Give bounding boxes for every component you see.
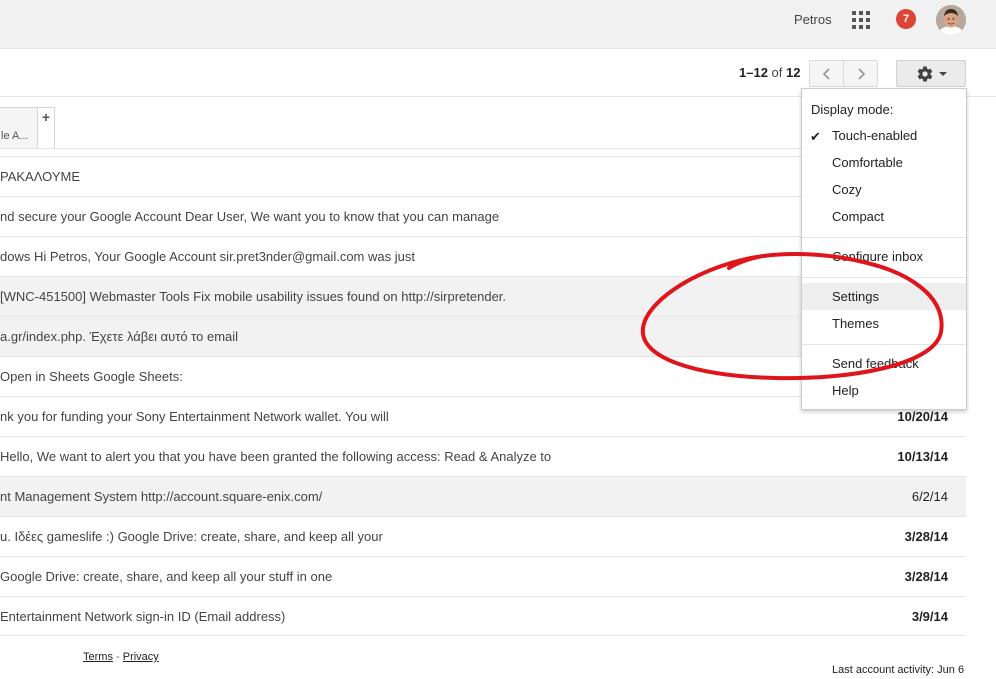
menu-item-help[interactable]: Help <box>802 377 966 404</box>
email-row[interactable]: u. Ιδέες gameslife :) Google Drive: crea… <box>0 516 966 556</box>
menu-separator <box>802 277 966 278</box>
menu-separator <box>802 237 966 238</box>
menu-item-label: Comfortable <box>832 155 903 170</box>
chevron-left-icon <box>822 67 830 80</box>
chevron-right-icon <box>857 67 865 80</box>
menu-item-touch-enabled[interactable]: ✔ Touch-enabled <box>802 122 966 149</box>
email-snippet: a.gr/index.php. Έχετε λάβει αυτό το emai… <box>0 329 239 344</box>
email-snippet: ΡΑΚΑΛΟΥΜΕ <box>0 169 80 184</box>
email-snippet: Open in Sheets Google Sheets: <box>0 369 183 384</box>
menu-item-settings[interactable]: Settings <box>802 283 966 310</box>
email-snippet: [WNC-451500] Webmaster Tools Fix mobile … <box>0 289 507 304</box>
inbox-tab[interactable]: le A... <box>0 107 38 149</box>
avatar-photo-icon <box>936 5 966 35</box>
email-row[interactable]: nt Management System http://account.squa… <box>0 476 966 516</box>
check-icon: ✔ <box>810 129 821 144</box>
email-snippet: Google Drive: create, share, and keep al… <box>0 569 333 584</box>
email-date: 10/20/14 <box>897 409 948 424</box>
email-date: 6/2/14 <box>911 489 948 504</box>
last-activity-text: Last account activity: Jun 6 <box>832 664 965 676</box>
menu-item-label: Settings <box>832 289 879 304</box>
email-row[interactable]: Google Drive: create, share, and keep al… <box>0 556 966 596</box>
email-snippet: nt Management System http://account.squa… <box>0 489 323 504</box>
menu-item-label: Themes <box>832 316 879 331</box>
menu-separator <box>802 344 966 345</box>
email-snippet: dows Hi Petros, Your Google Account sir.… <box>0 249 415 264</box>
terms-link[interactable]: Terms <box>83 651 113 663</box>
menu-item-label: Cozy <box>832 182 862 197</box>
older-button[interactable] <box>843 60 878 87</box>
email-date: 3/28/14 <box>904 569 948 584</box>
footer-separator: - <box>112 651 123 663</box>
menu-item-configure-inbox[interactable]: Configure inbox <box>802 243 966 270</box>
pager-total: 12 <box>786 65 801 80</box>
email-row[interactable]: Hello, We want to alert you that you hav… <box>0 436 966 476</box>
add-tab-button[interactable]: + <box>38 107 55 149</box>
username[interactable]: Petros <box>794 12 832 27</box>
menu-item-label: Touch-enabled <box>832 128 918 143</box>
tab-label: le A... <box>1 130 29 142</box>
email-date: 3/28/14 <box>904 529 948 544</box>
email-snippet: nk you for funding your Sony Entertainme… <box>0 409 389 424</box>
pager-text: 1–12 of 12 <box>739 65 800 80</box>
email-snippet: Hello, We want to alert you that you hav… <box>0 449 552 464</box>
menu-heading: Display mode: <box>811 102 894 117</box>
chevron-down-icon <box>938 71 947 76</box>
email-row[interactable]: Entertainment Network sign-in ID (Email … <box>0 596 966 636</box>
email-date: 3/9/14 <box>911 609 948 624</box>
menu-item-send-feedback[interactable]: Send feedback <box>802 350 966 377</box>
avatar[interactable] <box>936 5 966 35</box>
menu-item-compact[interactable]: Compact <box>802 203 966 230</box>
email-snippet: u. Ιδέες gameslife :) Google Drive: crea… <box>0 529 383 544</box>
privacy-link[interactable]: Privacy <box>123 651 159 663</box>
pager-of: of <box>767 65 786 80</box>
email-date: 10/13/14 <box>897 449 948 464</box>
settings-menu: Display mode: ✔ Touch-enabled Comfortabl… <box>801 88 967 410</box>
menu-item-themes[interactable]: Themes <box>802 310 966 337</box>
newer-button[interactable] <box>809 60 844 87</box>
menu-item-cozy[interactable]: Cozy <box>802 176 966 203</box>
gear-icon <box>917 66 932 81</box>
settings-gear-button[interactable] <box>896 60 966 87</box>
menu-item-label: Help <box>832 383 859 398</box>
menu-item-label: Configure inbox <box>832 249 924 264</box>
apps-grid-icon[interactable] <box>852 11 870 29</box>
menu-item-label: Send feedback <box>832 356 919 371</box>
menu-item-comfortable[interactable]: Comfortable <box>802 149 966 176</box>
footer-links: Terms - Privacy <box>83 651 159 663</box>
email-snippet: nd secure your Google Account Dear User,… <box>0 209 500 224</box>
pager-range: 1–12 <box>739 65 768 80</box>
top-bar: Petros 7 <box>0 0 996 49</box>
menu-item-label: Compact <box>832 209 885 224</box>
email-snippet: Entertainment Network sign-in ID (Email … <box>0 609 286 624</box>
notification-badge[interactable]: 7 <box>896 9 916 29</box>
